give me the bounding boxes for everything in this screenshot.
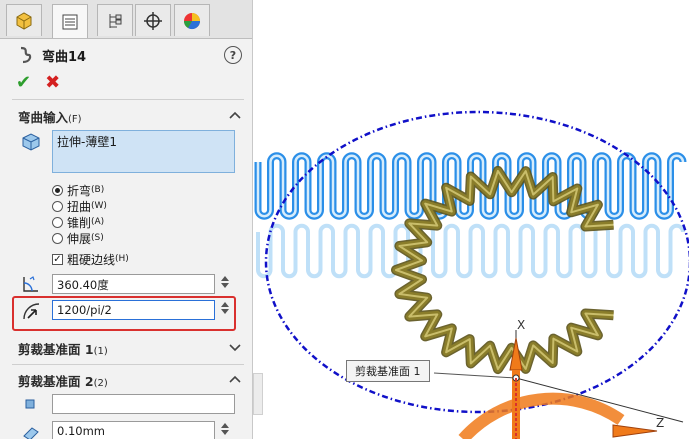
radio-label: 伸展 bbox=[67, 231, 92, 246]
angle-spinner[interactable] bbox=[219, 274, 231, 294]
radio-label: 锥削 bbox=[67, 215, 92, 230]
group-number: 1 bbox=[84, 341, 94, 357]
radio-shortcut: (W) bbox=[91, 201, 107, 211]
configuration-icon bbox=[109, 13, 122, 28]
checkbox[interactable]: ✓ bbox=[52, 253, 63, 265]
radio-shortcut: (S) bbox=[91, 233, 104, 243]
trim-plane-1-group-header[interactable]: 剪裁基准面 1(1) bbox=[0, 337, 252, 359]
radius-spinner[interactable] bbox=[219, 300, 231, 320]
group-title: 剪裁基准面 bbox=[18, 373, 81, 389]
group-shortcut: (1) bbox=[93, 345, 108, 357]
tab-display-manager[interactable] bbox=[174, 4, 210, 36]
appearance-pie-icon bbox=[183, 12, 201, 29]
radio-shortcut: (A) bbox=[91, 217, 105, 227]
radio-label: 扭曲 bbox=[67, 199, 92, 214]
radius-field[interactable]: 1200/pi/2 bbox=[52, 300, 215, 320]
feature-header: 弯曲14 ? bbox=[18, 44, 242, 66]
group-shortcut: (2) bbox=[93, 377, 108, 389]
manager-tab-bar bbox=[0, 0, 252, 39]
reference-point-icon bbox=[25, 399, 35, 409]
ok-cancel-bar: ✔ ✖ bbox=[16, 72, 60, 93]
angle-icon bbox=[23, 276, 38, 292]
radio-button[interactable] bbox=[52, 232, 63, 244]
flex-input-group-header[interactable]: 弯曲输入(F) bbox=[0, 105, 252, 127]
feature-title: 弯曲14 bbox=[42, 49, 87, 65]
chevron-up-icon[interactable] bbox=[228, 372, 242, 386]
divider bbox=[12, 99, 244, 100]
selected-bodies-list[interactable]: 拉伸-薄壁1 bbox=[52, 130, 235, 173]
trim-plane-2-offset[interactable]: 0.10mm bbox=[52, 421, 215, 439]
help-icon[interactable]: ? bbox=[224, 46, 242, 64]
radio-tapering[interactable]: 锥削 (A) bbox=[52, 214, 104, 230]
radio-button[interactable] bbox=[52, 216, 63, 228]
viewport-scroll-edge[interactable] bbox=[253, 373, 263, 415]
group-number: 2 bbox=[84, 373, 94, 389]
group-title: 弯曲输入 bbox=[18, 109, 69, 125]
offset-distance-icon bbox=[23, 427, 39, 439]
hard-edges-checkbox[interactable]: ✓ 粗硬边线 (H) bbox=[52, 251, 129, 267]
offset-spinner[interactable] bbox=[219, 421, 231, 439]
ok-button[interactable]: ✔ bbox=[16, 72, 31, 93]
tab-feature-manager[interactable] bbox=[6, 4, 42, 36]
checkbox-shortcut: (H) bbox=[115, 254, 129, 264]
radio-shortcut: (B) bbox=[91, 185, 105, 195]
chevron-up-icon[interactable] bbox=[228, 108, 242, 122]
radio-bending[interactable]: 折弯 (B) bbox=[52, 182, 104, 198]
triad-z-arrow bbox=[612, 424, 658, 438]
trim-plane-2-selection[interactable] bbox=[52, 394, 235, 414]
group-title: 剪裁基准面 bbox=[18, 341, 81, 357]
radio-stretching[interactable]: 伸展 (S) bbox=[52, 230, 104, 246]
radio-button[interactable] bbox=[52, 200, 63, 212]
radius-icon bbox=[23, 303, 40, 320]
body-selection-icon bbox=[22, 133, 40, 151]
group-shortcut: (F) bbox=[68, 113, 82, 125]
callout-leader bbox=[433, 372, 517, 379]
tab-configuration-manager[interactable] bbox=[97, 4, 133, 36]
graphics-viewport[interactable] bbox=[253, 0, 689, 439]
feature-tree-icon bbox=[16, 11, 32, 30]
selected-body-item[interactable]: 拉伸-薄壁1 bbox=[57, 135, 117, 149]
model-scene[interactable] bbox=[253, 0, 689, 439]
axis-z-label: Z bbox=[656, 416, 665, 430]
crosshair-icon bbox=[144, 11, 162, 30]
angle-field[interactable]: 360.40度 bbox=[52, 274, 215, 294]
property-manager-panel: 弯曲14 ? ✔ ✖ 弯曲输入(F) 拉伸-薄壁1 折弯 (B) 扭曲 (W) 锥削… bbox=[0, 0, 253, 439]
trim-plane-callout[interactable]: 剪裁基准面 1 bbox=[346, 360, 430, 382]
tab-property-manager[interactable] bbox=[52, 4, 88, 38]
divider bbox=[12, 364, 244, 365]
radio-button[interactable] bbox=[52, 184, 63, 196]
cancel-button[interactable]: ✖ bbox=[45, 72, 60, 93]
axis-x-label: X bbox=[517, 318, 526, 332]
radio-twisting[interactable]: 扭曲 (W) bbox=[52, 198, 107, 214]
flex-feature-icon bbox=[20, 46, 32, 64]
chevron-down-icon[interactable] bbox=[228, 340, 242, 354]
flat-ring-reflection bbox=[256, 223, 685, 279]
tab-dimxpert-manager[interactable] bbox=[135, 4, 171, 36]
checkbox-label: 粗硬边线 bbox=[67, 252, 116, 267]
radio-label: 折弯 bbox=[67, 183, 92, 198]
triad-rotation-ring bbox=[458, 392, 625, 439]
trim-plane-2-group-header[interactable]: 剪裁基准面 2(2) bbox=[0, 369, 252, 391]
property-list-icon bbox=[62, 14, 78, 29]
